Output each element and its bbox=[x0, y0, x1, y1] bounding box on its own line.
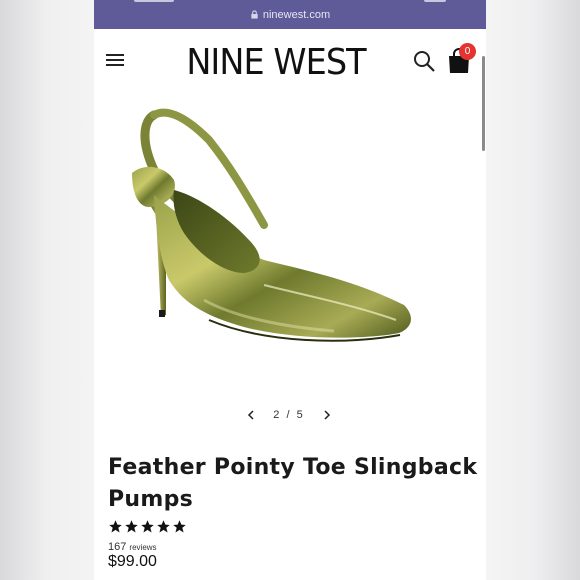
chevron-right-icon[interactable] bbox=[320, 408, 334, 422]
chevron-left-icon[interactable] bbox=[244, 408, 258, 422]
product-title-line: Pumps bbox=[108, 487, 194, 512]
review-word: reviews bbox=[129, 543, 157, 552]
hamburger-menu-icon[interactable] bbox=[106, 54, 124, 68]
product-image[interactable] bbox=[114, 95, 454, 365]
site-header: NINE WEST 0 bbox=[94, 29, 486, 93]
status-indicator bbox=[134, 0, 174, 2]
star-icon bbox=[157, 520, 170, 533]
gallery-pager: 2 / 5 bbox=[244, 405, 334, 425]
scrollbar[interactable] bbox=[482, 56, 485, 151]
url-text: ninewest.com bbox=[262, 8, 331, 21]
cart-count-badge: 0 bbox=[459, 43, 476, 60]
lock-icon bbox=[251, 10, 258, 19]
star-icon bbox=[109, 520, 122, 533]
product-price: $99.00 bbox=[108, 553, 157, 570]
browser-url-bar[interactable]: ninewest.com bbox=[94, 0, 486, 29]
product-title: Feather Pointy Toe Slingback Pumps bbox=[108, 452, 478, 516]
star-icon bbox=[125, 520, 138, 533]
review-count: 167 bbox=[108, 541, 127, 553]
review-count-link[interactable]: 167 reviews bbox=[108, 541, 157, 553]
star-icon bbox=[141, 520, 154, 533]
status-indicator bbox=[424, 0, 446, 2]
brand-logo[interactable]: NINE WEST bbox=[185, 42, 367, 83]
phone-screen: ninewest.com NINE WEST 0 2 / 5 Feather P… bbox=[94, 0, 486, 580]
gallery-position: 2 / 5 bbox=[273, 409, 305, 421]
search-icon[interactable] bbox=[412, 49, 436, 73]
star-icon bbox=[173, 520, 186, 533]
product-title-line: Feather Pointy Toe Slingback bbox=[108, 455, 478, 480]
star-rating[interactable] bbox=[108, 519, 187, 534]
